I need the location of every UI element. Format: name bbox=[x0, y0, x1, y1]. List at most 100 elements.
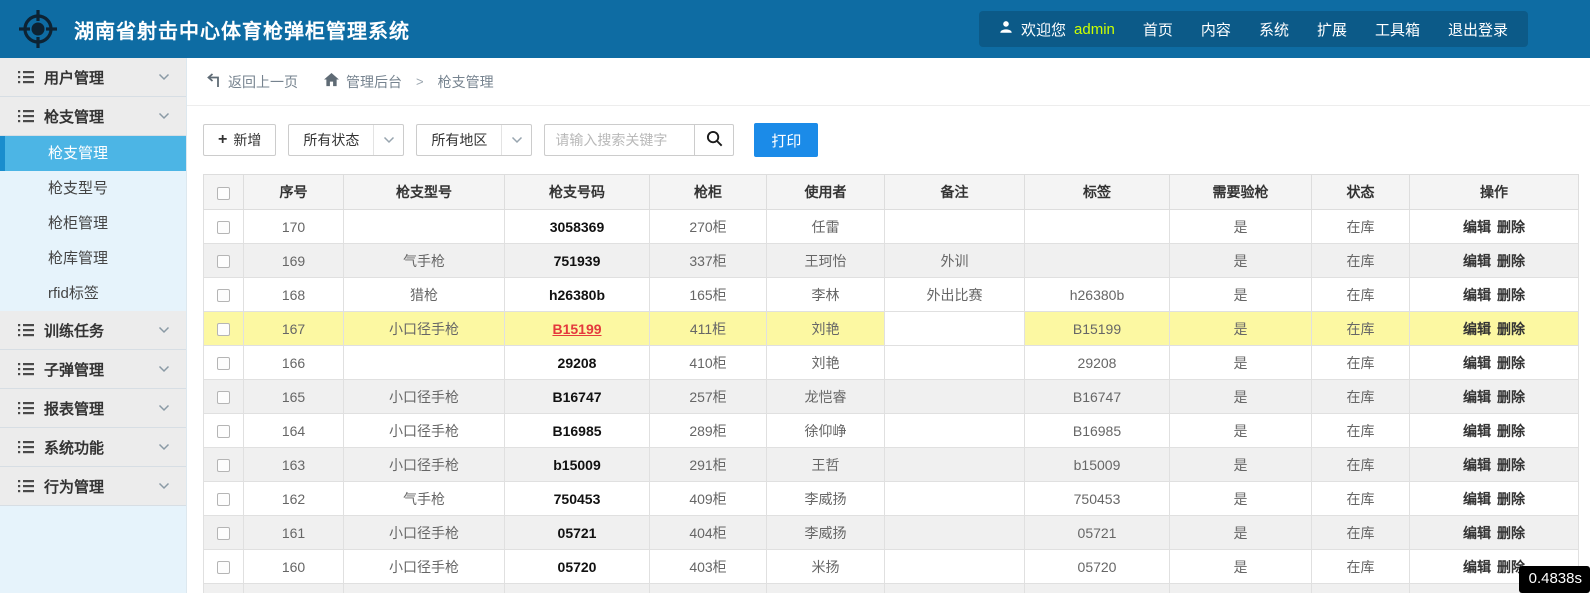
delete-link[interactable]: 删除 bbox=[1497, 423, 1525, 439]
cell-tag: b15009 bbox=[1025, 448, 1170, 482]
sidebar-item-1-0[interactable]: 枪支管理 bbox=[0, 136, 186, 171]
cell-status: 在库 bbox=[1312, 414, 1410, 448]
table-row: 160小口径手枪05720403柜米扬05720是在库编辑删除 bbox=[204, 550, 1579, 584]
edit-link[interactable]: 编辑 bbox=[1463, 287, 1491, 303]
row-checkbox[interactable] bbox=[217, 357, 230, 370]
delete-link[interactable]: 删除 bbox=[1497, 457, 1525, 473]
sidebar-group-5[interactable]: 系统功能 bbox=[0, 428, 186, 467]
cell-actions: 编辑删除 bbox=[1410, 244, 1579, 278]
row-checkbox[interactable] bbox=[217, 289, 230, 302]
topnav-item-2[interactable]: 系统 bbox=[1259, 19, 1289, 40]
main-content: 返回上一页 管理后台 > 枪支管理 + 新增 所有状态 bbox=[187, 58, 1590, 593]
cell-verify: 是 bbox=[1170, 448, 1312, 482]
add-button[interactable]: + 新增 bbox=[203, 124, 276, 156]
topnav-item-0[interactable]: 首页 bbox=[1143, 19, 1173, 40]
edit-link[interactable]: 编辑 bbox=[1463, 525, 1491, 541]
delete-link[interactable]: 删除 bbox=[1497, 219, 1525, 235]
row-checkbox[interactable] bbox=[217, 561, 230, 574]
row-select-cell bbox=[204, 482, 244, 516]
row-checkbox[interactable] bbox=[217, 323, 230, 336]
column-header-6: 标签 bbox=[1025, 175, 1170, 210]
delete-link[interactable]: 删除 bbox=[1497, 287, 1525, 303]
row-select-cell bbox=[204, 312, 244, 346]
row-select-cell bbox=[204, 346, 244, 380]
print-button[interactable]: 打印 bbox=[754, 123, 818, 157]
delete-link[interactable]: 删除 bbox=[1497, 389, 1525, 405]
sidebar-item-1-2[interactable]: 枪柜管理 bbox=[0, 206, 186, 241]
cell-tag: 05721 bbox=[1025, 516, 1170, 550]
edit-link[interactable]: 编辑 bbox=[1463, 321, 1491, 337]
table-row: 161小口径手枪05721404柜李威扬05721是在库编辑删除 bbox=[204, 516, 1579, 550]
cell-status: 在库 bbox=[1312, 278, 1410, 312]
back-link[interactable]: 返回上一页 bbox=[205, 72, 298, 92]
delete-link[interactable]: 删除 bbox=[1497, 321, 1525, 337]
cell-cabinet: 404柜 bbox=[650, 516, 767, 550]
edit-link[interactable]: 编辑 bbox=[1463, 457, 1491, 473]
serial-link[interactable]: B15199 bbox=[552, 321, 601, 337]
edit-link[interactable]: 编辑 bbox=[1463, 389, 1491, 405]
cell-model: 气手枪 bbox=[344, 482, 505, 516]
cell-model: 气手枪 bbox=[344, 244, 505, 278]
username[interactable]: admin bbox=[1074, 21, 1115, 38]
edit-link[interactable]: 编辑 bbox=[1463, 559, 1491, 575]
row-checkbox[interactable] bbox=[217, 459, 230, 472]
cell-note bbox=[885, 516, 1025, 550]
search-input[interactable] bbox=[544, 124, 694, 156]
sidebar-item-1-1[interactable]: 枪支型号 bbox=[0, 171, 186, 206]
sidebar-item-1-4[interactable]: rfid标签 bbox=[0, 276, 186, 311]
row-checkbox[interactable] bbox=[217, 493, 230, 506]
column-header-0: 序号 bbox=[244, 175, 344, 210]
cell-tag: B15199 bbox=[1025, 312, 1170, 346]
chevron-down-icon bbox=[158, 443, 170, 451]
search-button[interactable] bbox=[694, 124, 734, 156]
delete-link[interactable]: 删除 bbox=[1497, 355, 1525, 371]
cell-actions: 编辑删除 bbox=[1410, 210, 1579, 244]
sidebar-group-label: 用户管理 bbox=[44, 67, 158, 88]
cell-id: 165 bbox=[244, 380, 344, 414]
toolbar: + 新增 所有状态 所有地区 bbox=[187, 106, 1590, 174]
region-filter-dropdown[interactable]: 所有地区 bbox=[416, 124, 532, 156]
cell-cabinet: 289柜 bbox=[650, 414, 767, 448]
edit-link[interactable]: 编辑 bbox=[1463, 355, 1491, 371]
row-checkbox[interactable] bbox=[217, 221, 230, 234]
row-checkbox[interactable] bbox=[217, 255, 230, 268]
delete-link[interactable]: 删除 bbox=[1497, 253, 1525, 269]
table-row: 168猎枪h26380b165柜李林外出比赛h26380b是在库编辑删除 bbox=[204, 278, 1579, 312]
sidebar-group-4[interactable]: 报表管理 bbox=[0, 389, 186, 428]
edit-link[interactable]: 编辑 bbox=[1463, 423, 1491, 439]
topnav-item-3[interactable]: 扩展 bbox=[1317, 19, 1347, 40]
cell-verify: 是 bbox=[1170, 380, 1312, 414]
breadcrumb-separator: > bbox=[416, 74, 424, 89]
breadcrumb-home[interactable]: 管理后台 bbox=[324, 72, 402, 92]
topnav-item-5[interactable]: 退出登录 bbox=[1448, 19, 1508, 40]
list-icon bbox=[18, 401, 34, 415]
table-body: 1703058369270柜任雷是在库编辑删除169气手枪751939337柜王… bbox=[204, 210, 1579, 593]
cell-verify: 是 bbox=[1170, 312, 1312, 346]
chevron-down-icon bbox=[158, 404, 170, 412]
delete-link[interactable]: 删除 bbox=[1497, 525, 1525, 541]
delete-link[interactable]: 删除 bbox=[1497, 491, 1525, 507]
topnav-item-1[interactable]: 内容 bbox=[1201, 19, 1231, 40]
sidebar-group-3[interactable]: 子弹管理 bbox=[0, 350, 186, 389]
cell-tag: 29208 bbox=[1025, 346, 1170, 380]
sidebar-group-2[interactable]: 训练任务 bbox=[0, 311, 186, 350]
topnav-item-4[interactable]: 工具箱 bbox=[1375, 19, 1420, 40]
cell-serial: B16985 bbox=[505, 414, 650, 448]
cell-verify: 是 bbox=[1170, 244, 1312, 278]
sidebar-group-6[interactable]: 行为管理 bbox=[0, 467, 186, 506]
select-all-checkbox[interactable] bbox=[217, 187, 230, 200]
table-header-row: 序号枪支型号枪支号码枪柜使用者备注标签需要验枪状态操作 bbox=[204, 175, 1579, 210]
edit-link[interactable]: 编辑 bbox=[1463, 219, 1491, 235]
cell-cabinet: 257柜 bbox=[650, 380, 767, 414]
row-checkbox[interactable] bbox=[217, 527, 230, 540]
sidebar-group-1[interactable]: 枪支管理 bbox=[0, 97, 186, 136]
sidebar-item-1-3[interactable]: 枪库管理 bbox=[0, 241, 186, 276]
sidebar-group-0[interactable]: 用户管理 bbox=[0, 58, 186, 97]
edit-link[interactable]: 编辑 bbox=[1463, 491, 1491, 507]
row-checkbox[interactable] bbox=[217, 391, 230, 404]
row-checkbox[interactable] bbox=[217, 425, 230, 438]
status-filter-dropdown[interactable]: 所有状态 bbox=[288, 124, 404, 156]
edit-link[interactable]: 编辑 bbox=[1463, 253, 1491, 269]
sidebar-submenu-1: 枪支管理枪支型号枪柜管理枪库管理rfid标签 bbox=[0, 136, 186, 311]
chevron-down-icon bbox=[158, 73, 170, 81]
